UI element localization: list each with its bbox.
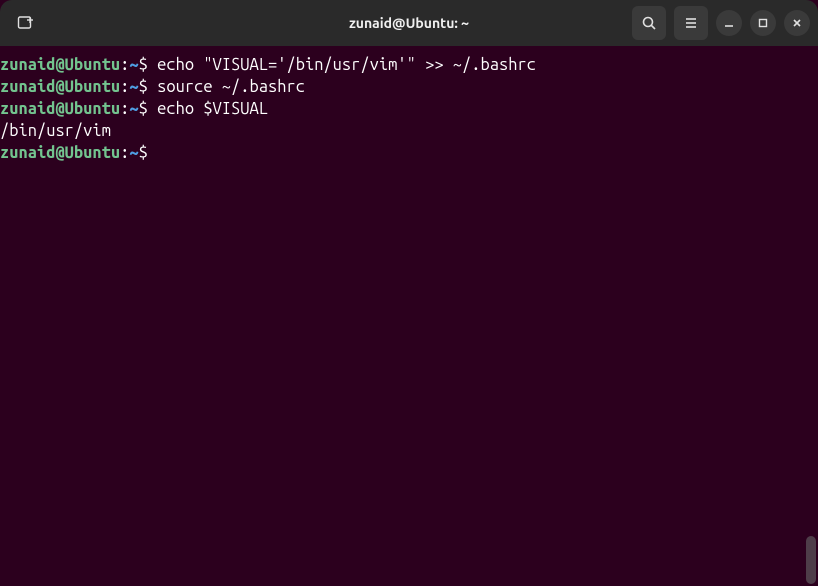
terminal-line: zunaid@Ubuntu:~$ source ~/.bashrc — [0, 76, 818, 98]
window-title: zunaid@Ubuntu: ~ — [349, 15, 469, 31]
new-tab-icon — [16, 14, 34, 32]
titlebar: zunaid@Ubuntu: ~ — [0, 0, 818, 46]
prompt-path: ~ — [129, 144, 138, 162]
search-button[interactable] — [632, 6, 666, 40]
prompt-user-host: zunaid@Ubuntu — [0, 100, 120, 118]
titlebar-left — [8, 6, 42, 40]
terminal-line: zunaid@Ubuntu:~$ — [0, 142, 818, 164]
menu-button[interactable] — [674, 6, 708, 40]
prompt-path: ~ — [129, 78, 138, 96]
maximize-icon — [757, 17, 769, 29]
new-tab-button[interactable] — [8, 6, 42, 40]
hamburger-icon — [683, 15, 699, 31]
prompt-user-host: zunaid@Ubuntu — [0, 78, 120, 96]
prompt-path: ~ — [129, 56, 138, 74]
terminal-line: zunaid@Ubuntu:~$ echo "VISUAL='/bin/usr/… — [0, 54, 818, 76]
prompt-user-host: zunaid@Ubuntu — [0, 56, 120, 74]
prompt-colon: : — [120, 78, 129, 96]
terminal-line: /bin/usr/vim — [0, 120, 818, 142]
terminal-body[interactable]: zunaid@Ubuntu:~$ echo "VISUAL='/bin/usr/… — [0, 46, 818, 586]
scrollbar-thumb[interactable] — [806, 536, 816, 584]
command-text: source ~/.bashrc — [148, 78, 305, 96]
prompt-symbol: $ — [139, 144, 148, 162]
terminal-line: zunaid@Ubuntu:~$ echo $VISUAL — [0, 98, 818, 120]
command-text — [148, 144, 157, 162]
minimize-button[interactable] — [716, 10, 742, 36]
search-icon — [641, 15, 657, 31]
output-text: /bin/usr/vim — [0, 122, 111, 140]
close-icon — [791, 17, 803, 29]
prompt-symbol: $ — [139, 100, 148, 118]
titlebar-right — [632, 6, 810, 40]
prompt-symbol: $ — [139, 78, 148, 96]
prompt-user-host: zunaid@Ubuntu — [0, 144, 120, 162]
prompt-symbol: $ — [139, 56, 148, 74]
prompt-path: ~ — [129, 100, 138, 118]
close-button[interactable] — [784, 10, 810, 36]
prompt-colon: : — [120, 56, 129, 74]
prompt-colon: : — [120, 144, 129, 162]
maximize-button[interactable] — [750, 10, 776, 36]
minimize-icon — [723, 17, 735, 29]
prompt-colon: : — [120, 100, 129, 118]
command-text: echo $VISUAL — [148, 100, 268, 118]
command-text: echo "VISUAL='/bin/usr/vim'" >> ~/.bashr… — [148, 56, 536, 74]
